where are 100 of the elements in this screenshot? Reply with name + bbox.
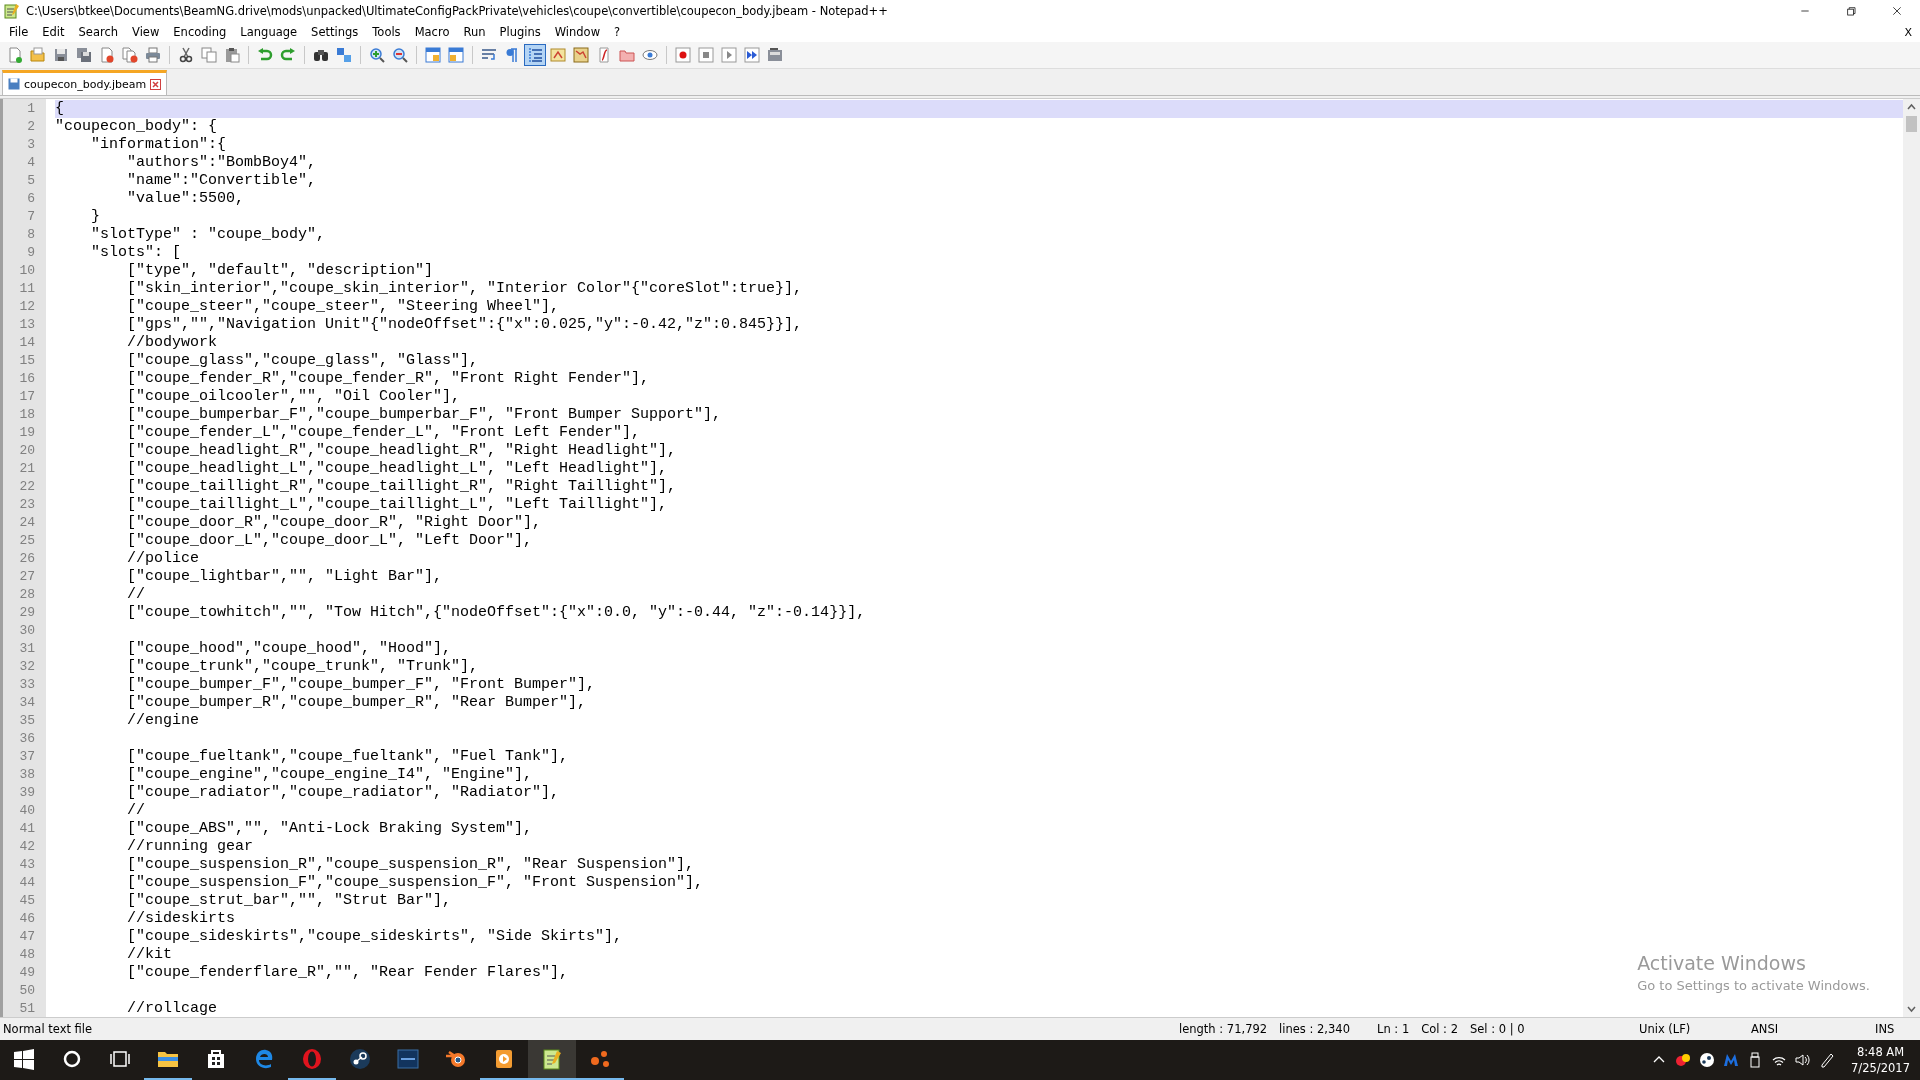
replace-icon [336,47,352,63]
line-number: 7 [26,208,36,226]
play-icon [721,47,737,63]
menu-item[interactable]: View [125,25,167,39]
code-line: ["type", "default", "description"] [126,262,434,279]
sync-horizontal-button[interactable] [445,44,467,66]
code-line: ["coupe_towhitch","", "Tow Hitch",{"nodeOffset":{"x":0.0, "y":-0.44, "z":-0.14}}], [126,604,866,621]
menu-item[interactable]: Tools [365,25,408,39]
line-number: 25 [18,532,36,550]
line-number: 29 [18,604,36,622]
code-line: ["coupe_suspension_F","coupe_suspension_F", "Front Suspension"], [126,874,704,891]
code-line: //bodywork [126,334,218,351]
line-number: 18 [18,406,36,424]
menu-item[interactable]: Edit [35,25,72,39]
code-line: //kit [126,946,173,963]
code-line: //sideskirts [126,910,236,927]
code-line: ["coupe_ABS","", "Anti-Lock Braking System"], [126,820,533,837]
pen-icon[interactable] [1819,1052,1836,1068]
code-line: ["coupe_trunk","coupe_trunk", "Trunk"], [126,658,479,675]
line-number: 30 [18,622,36,640]
insert-mode: INS [1875,1022,1895,1036]
code-line: ["coupe_door_L","coupe_door_L", "Left Door"], [126,532,533,549]
file-tab[interactable]: coupecon_body.jbeam [2,70,168,95]
menu-item[interactable]: Language [233,25,305,39]
close-document-button[interactable]: X [1896,25,1920,39]
close-icon[interactable] [150,78,162,90]
code-line: ["coupe_fenderflare_R","", "Rear Fender Flares"], [126,964,569,981]
sync-vertical-button[interactable] [422,44,444,66]
clipboard-icon [224,47,240,63]
menu-item[interactable]: Run [456,25,493,39]
printer-icon [145,47,161,63]
menu-item[interactable]: File [2,25,36,39]
line-number: 19 [18,424,36,442]
line-number: 44 [18,874,36,892]
save-all-icon [76,47,92,63]
line-number: 10 [18,262,36,280]
line-number: 42 [18,838,36,856]
m-logo-icon[interactable] [1723,1052,1740,1068]
code-line: ["coupe_lightbar","", "Light Bar"], [126,568,443,585]
line-number: 40 [18,802,36,820]
menu-item[interactable]: Encoding [166,25,234,39]
redo-icon [280,47,296,63]
code-line: "authors":"BombBoy4", [126,154,317,171]
code-line: ["skin_interior","coupe_skin_interior", "Interior Color"{"coreSlot":true}], [126,280,803,297]
menu-item[interactable]: Plugins [492,25,548,39]
code-line: ["coupe_bumper_F","coupe_bumper_F", "Front Bumper"], [126,676,596,693]
play-button[interactable] [718,44,740,66]
clock[interactable]: 8:48 AM 7/25/2017 [1843,1044,1914,1076]
notepad-icon [540,1047,564,1071]
notepad-taskbar-button[interactable] [528,1040,576,1080]
encoding: ANSI [1751,1022,1779,1036]
code-line: ["coupe_steer","coupe_steer", "Steering Wheel"], [126,298,560,315]
line-number: 24 [18,514,36,532]
code-line: ["coupe_fender_L","coupe_fender_L", "Front Left Fender"], [126,424,641,441]
activation-notice-title: Activate Windows [1637,952,1807,974]
line-number: 4 [26,154,36,172]
code-line: ["coupe_engine","coupe_engine_I4", "Engine"], [126,766,533,783]
close-file-icon [99,47,115,63]
function-list-icon [596,47,612,63]
save-icon [53,47,69,63]
code-line: ["coupe_glass","coupe_glass", "Glass"], [126,352,479,369]
fast-forward-button[interactable] [741,44,763,66]
code-line: "slots": [ [90,244,182,261]
menu-item[interactable]: ? [607,25,628,39]
steam-logo-icon [348,1047,372,1071]
colorful-tray-icon[interactable] [1675,1052,1692,1068]
indent-guide-button[interactable] [524,44,546,66]
line-number: 28 [18,586,36,604]
new-file-icon [7,47,23,63]
line-number: 6 [26,190,36,208]
save-icon [8,78,20,90]
save-macro-icon [767,47,783,63]
stop-button[interactable] [695,44,717,66]
line-number: 2 [26,118,36,136]
steam-logo-icon[interactable] [1699,1052,1716,1068]
scrollbar-thumb[interactable] [1906,116,1917,132]
code-line: ["coupe_suspension_R","coupe_suspension_R", "Rear Suspension"], [126,856,695,873]
code-line: // [126,586,145,603]
line-number: 14 [18,334,36,352]
line-number: 33 [18,676,36,694]
speaker-icon[interactable] [1795,1052,1812,1068]
menu-item[interactable]: Settings [304,25,366,39]
line-number: 21 [18,460,36,478]
code-line: "slotType" : "coupe_body", [90,226,326,243]
code-line: ["coupe_headlight_R","coupe_headlight_R", "Right Headlight"], [126,442,677,459]
activation-notice-text: Go to Settings to activate Windows. [1637,978,1870,993]
line-number: 3 [26,136,36,154]
vertical-scrollbar[interactable] [1903,99,1920,1017]
code-line: ["coupe_fueltank","coupe_fueltank", "Fuel Tank"], [126,748,569,765]
menu-item[interactable]: Window [547,25,608,39]
menu-item[interactable]: Search [71,25,126,39]
code-line: "coupecon_body": { [55,118,218,135]
document-map-button[interactable] [570,44,592,66]
line-number: 49 [18,964,36,982]
code-line: ["coupe_oilcooler","", "Oil Cooler"], [126,388,461,405]
record-button[interactable] [672,44,694,66]
line-number: 22 [18,478,36,496]
menu-item[interactable]: Macro [407,25,457,39]
line-number: 50 [18,982,36,1000]
line-number: 1 [26,100,36,118]
